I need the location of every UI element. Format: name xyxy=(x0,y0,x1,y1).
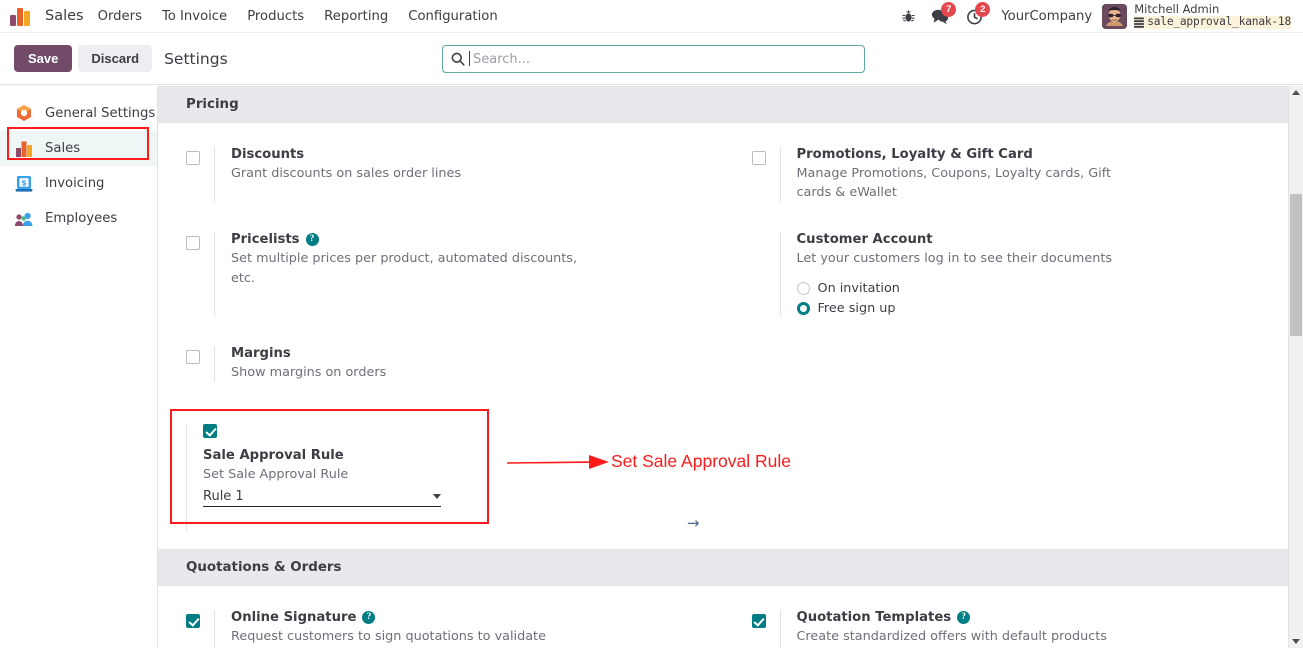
top-navbar: Sales Orders To Invoice Products Reporti… xyxy=(0,0,1303,33)
setting-margins: Margins Show margins on orders xyxy=(158,324,724,390)
margins-title: Margins xyxy=(231,345,291,361)
sidebar-item-sales[interactable]: Sales xyxy=(0,131,157,166)
page-title: Settings xyxy=(164,49,228,68)
margins-checkbox[interactable] xyxy=(186,349,200,364)
quotation-templates-help-icon[interactable]: ? xyxy=(957,610,971,624)
sale-approval-rule-title: Sale Approval Rule xyxy=(203,447,344,463)
sidebar-item-label: Invoicing xyxy=(45,176,105,191)
internal-link-arrow-icon[interactable]: → xyxy=(687,515,700,531)
nav-item-orders[interactable]: Orders xyxy=(88,3,152,30)
sales-icon xyxy=(14,139,34,159)
nav-item-to-invoice[interactable]: To Invoice xyxy=(152,3,237,30)
pricelists-title: Pricelists xyxy=(231,232,300,248)
pricelists-checkbox[interactable] xyxy=(186,236,200,251)
settings-sidebar: General Settings Sales $ Invoicing Emplo… xyxy=(0,86,158,648)
margins-description: Show margins on orders xyxy=(231,364,387,380)
spacer-cell xyxy=(724,324,1290,390)
online-signature-title: Online Signature xyxy=(231,609,357,625)
free-sign-up-radio[interactable] xyxy=(796,301,810,315)
sales-app-logo-icon xyxy=(10,6,32,26)
online-signature-checkbox[interactable] xyxy=(186,613,200,628)
quotations-settings-grid: Online Signature ? Request customers to … xyxy=(158,586,1289,648)
discounts-checkbox[interactable] xyxy=(186,151,200,165)
free-sign-up-label: Free sign up xyxy=(817,300,896,316)
invoicing-icon: $ xyxy=(14,174,34,194)
settings-pane: Pricing Discounts Grant discounts on sal… xyxy=(158,86,1289,648)
sidebar-item-label: Sales xyxy=(45,141,81,156)
scrollbar-thumb[interactable] xyxy=(1290,194,1302,336)
quotation-templates-description: Create standardized offers with default … xyxy=(796,628,1107,644)
search-input[interactable]: Search... xyxy=(442,45,865,73)
promotions-description: Manage Promotions, Coupons, Loyalty card… xyxy=(796,166,1112,201)
section-header-quotations: Quotations & Orders xyxy=(158,548,1289,586)
on-invitation-label: On invitation xyxy=(817,280,900,296)
sidebar-item-label: General Settings xyxy=(45,106,156,121)
sidebar-item-employees[interactable]: Employees xyxy=(0,201,157,236)
discard-button[interactable]: Discard xyxy=(78,45,153,72)
radio-on-invitation[interactable]: On invitation xyxy=(796,280,1266,296)
on-invitation-radio[interactable] xyxy=(796,281,810,295)
setting-customer-account: Customer Account Let your customers log … xyxy=(724,210,1290,323)
sale-approval-rule-value: Rule 1 xyxy=(203,488,244,504)
pricing-settings-grid: Discounts Grant discounts on sales order… xyxy=(158,123,1289,539)
customer-account-title: Customer Account xyxy=(796,232,933,248)
pricelists-help-icon[interactable]: ? xyxy=(305,233,319,247)
quotation-templates-checkbox[interactable] xyxy=(751,613,766,628)
annotation-callout-text: Set Sale Approval Rule xyxy=(611,451,791,471)
bug-icon[interactable] xyxy=(895,4,921,28)
search-icon xyxy=(451,52,465,66)
database-indicator: sale_approval_kanak-18 xyxy=(1134,15,1291,30)
setting-quotation-templates: Quotation Templates ? Create standardize… xyxy=(724,600,1290,648)
sidebar-item-invoicing[interactable]: $ Invoicing xyxy=(0,166,157,201)
search-placeholder: Search... xyxy=(468,50,531,67)
radio-free-sign-up[interactable]: Free sign up xyxy=(796,300,1266,316)
online-signature-help-icon[interactable]: ? xyxy=(362,610,376,624)
sale-approval-rule-checkbox[interactable] xyxy=(203,423,217,438)
messages-icon[interactable]: 7 xyxy=(927,2,957,28)
scroll-up-arrow-icon[interactable] xyxy=(1292,90,1300,95)
setting-online-signature: Online Signature ? Request customers to … xyxy=(158,600,724,648)
quotation-templates-title: Quotation Templates xyxy=(796,609,952,625)
user-menu[interactable]: Mitchell Admin sale_approval_kanak-18 xyxy=(1102,2,1295,30)
discounts-description: Grant discounts on sales order lines xyxy=(231,166,462,181)
setting-discounts: Discounts Grant discounts on sales order… xyxy=(158,137,724,210)
employees-icon xyxy=(14,209,34,229)
save-button[interactable]: Save xyxy=(14,45,73,72)
general-settings-icon xyxy=(14,104,34,124)
sidebar-item-general-settings[interactable]: General Settings xyxy=(0,96,157,131)
setting-promotions: Promotions, Loyalty & Gift Card Manage P… xyxy=(724,137,1290,210)
avatar xyxy=(1102,3,1128,29)
database-name: sale_approval_kanak-18 xyxy=(1147,15,1291,29)
customer-account-description: Let your customers log in to see their d… xyxy=(796,251,1113,267)
navbar-right-tools: 7 2 YourCompany Mitchell Admin sale_appr… xyxy=(895,2,1303,30)
activities-clock-icon[interactable]: 2 xyxy=(961,2,991,28)
nav-item-reporting[interactable]: Reporting xyxy=(314,3,398,30)
activities-count-badge: 2 xyxy=(975,2,991,17)
section-header-pricing: Pricing xyxy=(158,86,1289,123)
online-signature-description: Request customers to sign quotations to … xyxy=(231,628,546,648)
database-icon xyxy=(1134,17,1145,28)
discounts-title: Discounts xyxy=(231,147,305,162)
company-switcher[interactable]: YourCompany xyxy=(1001,9,1092,24)
sale-approval-rule-description: Set Sale Approval Rule xyxy=(203,466,349,482)
pricelists-description: Set multiple prices per product, automat… xyxy=(231,251,578,286)
chevron-down-icon[interactable] xyxy=(433,493,441,499)
nav-item-products[interactable]: Products xyxy=(237,3,314,30)
vertical-scrollbar[interactable] xyxy=(1288,86,1303,648)
promotions-checkbox[interactable] xyxy=(751,151,766,165)
spacer-cell xyxy=(724,390,1290,539)
nav-item-configuration[interactable]: Configuration xyxy=(398,3,507,30)
setting-pricelists: Pricelists ? Set multiple prices per pro… xyxy=(158,210,724,323)
svg-text:$: $ xyxy=(21,178,27,187)
sale-approval-rule-select[interactable]: Rule 1 xyxy=(203,489,441,507)
messages-count-badge: 7 xyxy=(941,2,957,17)
nav-app-name[interactable]: Sales xyxy=(41,8,88,24)
promotions-title: Promotions, Loyalty & Gift Card xyxy=(796,147,1033,162)
scroll-down-arrow-icon[interactable] xyxy=(1292,639,1300,644)
sidebar-item-label: Employees xyxy=(45,211,118,226)
